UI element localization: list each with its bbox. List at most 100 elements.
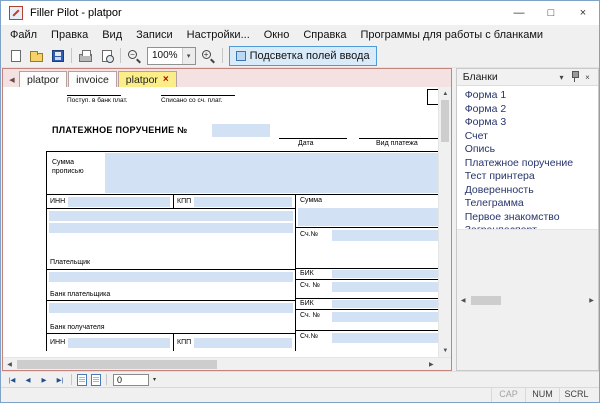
- menu-records[interactable]: Записи: [129, 27, 180, 43]
- payee-bank-bik-field[interactable]: [332, 300, 438, 308]
- printer-icon: [79, 50, 92, 62]
- inn-label: ИНН: [50, 339, 66, 346]
- previous-record-button[interactable]: ◀: [20, 373, 36, 386]
- zoom-out-button[interactable]: −: [124, 46, 145, 66]
- scroll-down-button[interactable]: ▼: [439, 344, 452, 357]
- payer-name-field-2[interactable]: [49, 223, 293, 233]
- bik-label: БИК: [300, 300, 314, 307]
- order-number-field[interactable]: [212, 124, 270, 137]
- payer-account-field[interactable]: [332, 230, 438, 241]
- tab-platpor-2-active[interactable]: platpor ×: [117, 71, 177, 87]
- add-record-button[interactable]: [77, 373, 87, 386]
- sidebar-scroll-thumb[interactable]: [470, 295, 501, 305]
- open-button[interactable]: [26, 46, 47, 66]
- menu-blank-programs[interactable]: Программы для работы с бланками: [353, 27, 550, 43]
- panel-close-icon[interactable]: ×: [581, 73, 594, 82]
- horizontal-scroll-thumb[interactable]: [17, 359, 217, 369]
- payer-kpp-cell: КПП: [174, 195, 295, 208]
- payee-bank-account-cell: Сч. №: [296, 310, 438, 331]
- payer-bank-bik-field[interactable]: [332, 270, 438, 278]
- payer-bank-name-field[interactable]: [49, 272, 293, 282]
- blank-item-doverennost[interactable]: Доверенность: [457, 184, 598, 198]
- record-navigation-bar: |◀ ◀ ▶ ▶| 0 ▾: [1, 371, 599, 387]
- blank-item-forma-1[interactable]: Форма 1: [457, 89, 598, 103]
- record-dropdown-icon[interactable]: ▾: [153, 376, 156, 383]
- payer-inn-field[interactable]: [68, 196, 170, 207]
- blank-item-forma-3[interactable]: Форма 3: [457, 116, 598, 130]
- zoom-out-icon: −: [127, 49, 142, 63]
- scroll-left-button[interactable]: ◀: [3, 358, 16, 371]
- blank-item-forma-2[interactable]: Форма 2: [457, 103, 598, 117]
- print-preview-button[interactable]: [96, 46, 117, 66]
- save-button[interactable]: [47, 46, 68, 66]
- chevron-down-icon[interactable]: ▾: [181, 47, 195, 64]
- blank-item-platezhnoe-poruchenie[interactable]: Платежное поручение: [457, 157, 598, 171]
- scroll-left-button[interactable]: ◀: [457, 294, 470, 307]
- zoom-in-button[interactable]: +: [198, 46, 219, 66]
- horizontal-scrollbar[interactable]: ◀ ▶: [3, 357, 438, 370]
- record-bar-separator: [71, 374, 72, 385]
- amount-field[interactable]: [298, 208, 438, 226]
- payer-bank-account-field[interactable]: [332, 282, 438, 292]
- tab-label: invoice: [76, 73, 109, 86]
- payee-bank-caption: Банк получателя: [50, 324, 105, 331]
- sidebar-scroll-track[interactable]: [470, 294, 585, 307]
- account-label: Сч.№: [300, 231, 319, 238]
- payee-inn-field[interactable]: [68, 337, 170, 348]
- maximize-button[interactable]: □: [535, 1, 567, 25]
- payer-caption: Плательщик: [50, 259, 91, 266]
- highlight-fields-toggle[interactable]: Подсветка полей ввода: [228, 45, 377, 66]
- panel-menu-icon[interactable]: ▾: [555, 73, 568, 82]
- menu-settings[interactable]: Настройки...: [180, 27, 257, 43]
- blank-item-schet[interactable]: Счет: [457, 130, 598, 144]
- vertical-scroll-track[interactable]: [439, 100, 451, 344]
- scroll-right-button[interactable]: ▶: [425, 358, 438, 371]
- vertical-scroll-thumb[interactable]: [440, 100, 449, 142]
- minimize-button[interactable]: —: [503, 1, 535, 25]
- new-button[interactable]: [5, 46, 26, 66]
- zoom-in-icon: +: [201, 49, 216, 63]
- print-button[interactable]: [75, 46, 96, 66]
- form-line: [359, 138, 438, 139]
- payee-bank-account-field[interactable]: [332, 312, 438, 322]
- sidebar-horizontal-scrollbar[interactable]: ◀ ▶: [456, 229, 598, 370]
- magnifier-handle: [209, 58, 215, 63]
- menu-window[interactable]: Окно: [257, 27, 297, 43]
- blank-item-opis[interactable]: Опись: [457, 143, 598, 157]
- form-title-row: ПЛАТЕЖНОЕ ПОРУЧЕНИЕ № Дата Вид платежа: [46, 111, 438, 151]
- tab-invoice[interactable]: invoice: [68, 71, 117, 87]
- menu-help[interactable]: Справка: [296, 27, 353, 43]
- payee-bank-bik-cell: БИК: [296, 299, 438, 310]
- last-record-button[interactable]: ▶|: [52, 373, 68, 386]
- pin-icon[interactable]: [568, 70, 581, 84]
- payee-kpp-field[interactable]: [194, 337, 292, 348]
- scroll-up-button[interactable]: ▲: [439, 87, 452, 100]
- zoom-select[interactable]: 100% ▾: [147, 46, 196, 65]
- menu-view[interactable]: Вид: [95, 27, 129, 43]
- blank-item-pervoe-znakomstvo[interactable]: Первое знакомство: [457, 211, 598, 225]
- scroll-right-button[interactable]: ▶: [585, 294, 598, 307]
- plus-sign: +: [201, 49, 211, 59]
- blank-item-telegramma[interactable]: Телеграмма: [457, 197, 598, 211]
- horizontal-scroll-track[interactable]: [16, 358, 425, 371]
- payee-account-field[interactable]: [332, 333, 438, 343]
- tab-scroll-left-button[interactable]: ◀: [5, 72, 19, 87]
- amount-words-field[interactable]: [105, 153, 438, 193]
- close-button[interactable]: ×: [567, 1, 599, 25]
- tab-platpor-1[interactable]: platpor: [19, 71, 68, 87]
- document-bottom-bar: ◀ ▶: [3, 357, 451, 370]
- first-record-button[interactable]: |◀: [4, 373, 20, 386]
- menu-file[interactable]: Файл: [3, 27, 44, 43]
- payer-kpp-field[interactable]: [194, 196, 292, 207]
- next-record-button[interactable]: ▶: [36, 373, 52, 386]
- menu-edit[interactable]: Правка: [44, 27, 95, 43]
- record-number-field[interactable]: 0: [113, 373, 149, 386]
- payer-name-field[interactable]: [49, 211, 293, 221]
- field-highlight-icon: [235, 50, 246, 61]
- payee-bank-name-field[interactable]: [49, 303, 293, 313]
- tab-close-icon[interactable]: ×: [163, 74, 169, 85]
- scroll-lock-indicator: SCRL: [559, 388, 593, 402]
- vertical-scrollbar[interactable]: ▲ ▼: [437, 87, 452, 357]
- copy-record-button[interactable]: [91, 373, 101, 386]
- blank-item-test-printera[interactable]: Тест принтера: [457, 170, 598, 184]
